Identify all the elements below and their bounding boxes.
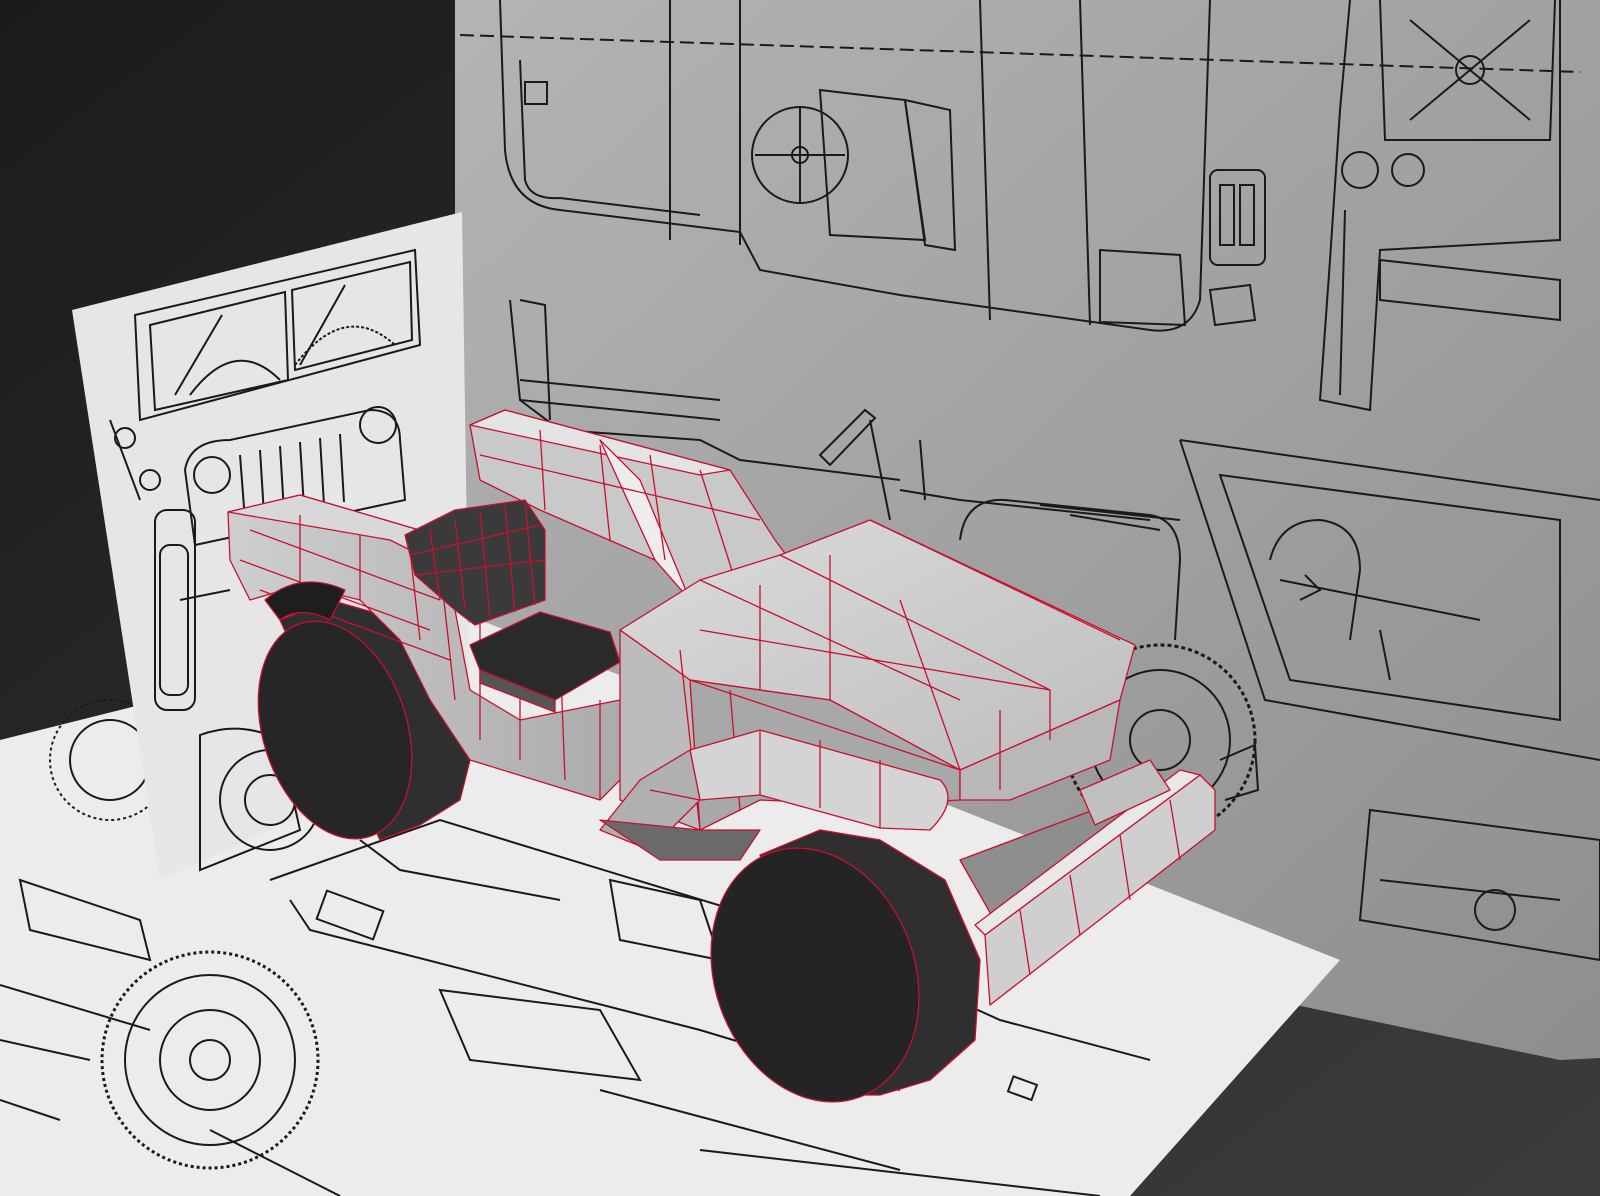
- 3d-viewport[interactable]: [0, 0, 1600, 1196]
